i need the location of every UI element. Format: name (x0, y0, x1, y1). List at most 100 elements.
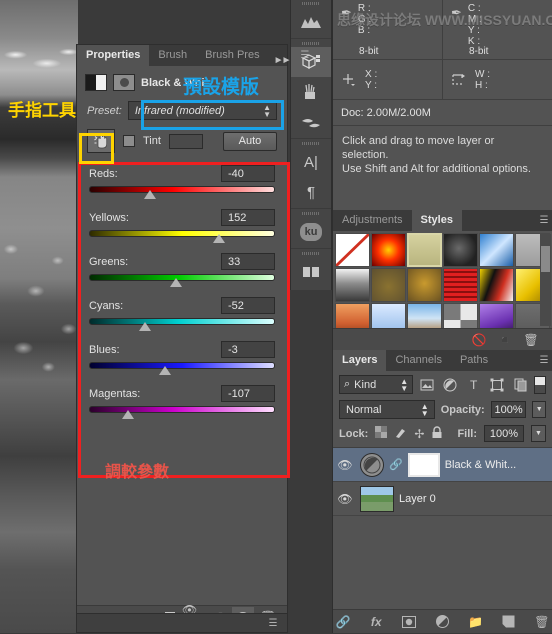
dock-gripper[interactable] (291, 0, 331, 7)
style-swatch-red-stripes[interactable] (443, 268, 478, 302)
mask-thumbnail-icon[interactable] (113, 74, 135, 91)
slider-thumb-blues[interactable] (159, 366, 172, 375)
table-row[interactable]: 👁 Layer 0 (333, 482, 552, 516)
slider-group-cyans[interactable]: Cyans: -52 (89, 297, 275, 332)
fill-value[interactable]: 100% (484, 425, 524, 442)
layers-tabbar[interactable]: Layers Channels Paths ☰ (333, 350, 552, 371)
notes-icon[interactable] (291, 257, 331, 287)
delete-layer-icon[interactable]: 🗑 (532, 612, 552, 632)
slider-thumb-magentas[interactable] (122, 410, 135, 419)
pixel-layer-icon[interactable] (417, 375, 436, 394)
dock-gripper[interactable] (291, 40, 331, 47)
slider-value-reds[interactable]: -40 (221, 165, 275, 182)
slider-thumb-yellows[interactable] (213, 234, 226, 243)
new-style-icon[interactable]: ◾ (494, 330, 516, 350)
style-swatch-graffiti[interactable] (479, 268, 514, 302)
preset-select[interactable]: Infrared (modified) ▲ ▼ (127, 101, 277, 120)
styles-panel-menu-icon[interactable]: ☰ (536, 210, 552, 231)
properties-tabbar[interactable]: Properties Brush Brush Pres ►► ☰ (77, 45, 309, 66)
lock-row[interactable]: Lock: ✢ Fill: 100% ▼ (333, 422, 552, 447)
dock-gripper[interactable] (291, 210, 331, 217)
blend-mode-row[interactable]: Normal ▲ ▼ Opacity: 100% ▼ (333, 398, 552, 422)
3d-icon[interactable] (291, 47, 331, 77)
layer-list[interactable]: 👁 🔗 Black & Whit... 👁 Layer 0 (333, 447, 552, 516)
style-swatch-beveled-frame[interactable] (407, 233, 442, 267)
color-sliders[interactable]: Reds: -40 Yellows: 152 Greens: 33 Cyans: -52 Blu… (77, 159, 287, 420)
slider-value-yellows[interactable]: 152 (221, 209, 275, 226)
dock-gripper[interactable] (291, 250, 331, 257)
tab-layers[interactable]: Layers (333, 350, 387, 371)
delete-style-icon[interactable]: 🗑 (520, 330, 542, 350)
slider-track-yellows[interactable] (89, 230, 275, 237)
styles-swatch-grid[interactable] (333, 231, 552, 339)
lock-position-icon[interactable]: ✢ (414, 427, 424, 441)
link-layers-icon[interactable]: 🔗 (333, 612, 353, 632)
slider-group-greens[interactable]: Greens: 33 (89, 253, 275, 288)
slider-thumb-reds[interactable] (144, 190, 157, 199)
black-white-adjustment-icon[interactable] (85, 74, 107, 91)
slider-thumb-greens[interactable] (170, 278, 183, 287)
bottom-status-strip[interactable]: ☰ (76, 613, 288, 633)
slider-value-magentas[interactable]: -107 (221, 385, 275, 402)
ku-icon[interactable]: ku (291, 217, 331, 247)
layer-mask-icon[interactable] (399, 612, 419, 632)
opacity-value[interactable]: 100% (490, 401, 527, 418)
shape-layer-icon[interactable] (487, 375, 506, 394)
slider-track-reds[interactable] (89, 186, 275, 193)
fill-dropdown-icon[interactable]: ▼ (531, 425, 546, 442)
style-swatch-olive-soft[interactable] (371, 268, 406, 302)
tab-channels[interactable]: Channels (386, 350, 451, 371)
tab-adjustments[interactable]: Adjustments (333, 210, 412, 231)
style-swatch-none[interactable] (334, 233, 371, 267)
slider-group-blues[interactable]: Blues: -3 (89, 341, 275, 376)
tab-paths[interactable]: Paths (450, 350, 498, 371)
layer-thumbnail[interactable] (360, 485, 394, 512)
tint-row[interactable]: Tint Auto (77, 124, 287, 159)
layers-panel-menu-icon[interactable]: ☰ (536, 350, 552, 371)
lock-transparency-icon[interactable] (375, 426, 388, 441)
hand-tool-icon[interactable] (87, 129, 115, 153)
new-adjustment-icon[interactable] (432, 612, 452, 632)
opacity-dropdown-icon[interactable]: ▼ (532, 401, 547, 418)
tint-color-swatch[interactable] (168, 133, 203, 149)
layers-footer[interactable]: 🔗 fx 📁 🗑 (333, 609, 552, 633)
slider-value-cyans[interactable]: -52 (221, 297, 275, 314)
new-group-icon[interactable]: 📁 (466, 612, 486, 632)
histogram-icon[interactable] (291, 7, 331, 37)
slider-value-blues[interactable]: -3 (221, 341, 275, 358)
layer-visibility-icon[interactable]: 👁 (335, 492, 355, 506)
layer-filter-row[interactable]: ⌕ Kind ▲ ▼ T (333, 371, 552, 398)
slider-group-magentas[interactable]: Magentas: -107 (89, 385, 275, 420)
tab-brush-presets[interactable]: Brush Pres (196, 45, 269, 66)
style-swatch-gold-soft[interactable] (407, 268, 442, 302)
preset-row[interactable]: Preset: Infrared (modified) ▲ ▼ (77, 95, 287, 124)
slider-track-cyans[interactable] (89, 318, 275, 325)
properties-panel-menu-icon[interactable]: ☰ (300, 45, 309, 66)
tab-brush[interactable]: Brush (149, 45, 197, 66)
filter-kind-select[interactable]: ⌕ Kind ▲ ▼ (339, 375, 414, 394)
dock-gripper[interactable] (291, 140, 331, 147)
tint-checkbox[interactable] (123, 135, 135, 147)
layer-style-icon[interactable]: fx (366, 612, 386, 632)
slider-track-magentas[interactable] (89, 406, 275, 413)
icon-dock[interactable]: A| ¶ ku (290, 0, 332, 290)
style-swatch-dark-swirl[interactable] (443, 233, 478, 267)
slider-thumb-cyans[interactable] (138, 322, 151, 331)
table-row[interactable]: 👁 🔗 Black & Whit... (333, 448, 552, 482)
clear-style-icon[interactable]: 🚫 (468, 330, 490, 350)
adjustment-thumbnail[interactable] (360, 452, 384, 477)
new-layer-icon[interactable] (499, 612, 519, 632)
slider-group-reds[interactable]: Reds: -40 (89, 165, 275, 200)
bottom-strip-menu-icon[interactable]: ☰ (265, 613, 281, 634)
slider-value-greens[interactable]: 33 (221, 253, 275, 270)
paragraph-icon[interactable]: ¶ (291, 177, 331, 207)
type-layer-icon[interactable]: T (464, 375, 483, 394)
slider-group-yellows[interactable]: Yellows: 152 (89, 209, 275, 244)
layer-visibility-icon[interactable]: 👁 (335, 458, 355, 472)
styles-scrollbar[interactable] (540, 234, 551, 326)
link-mask-icon[interactable]: 🔗 (389, 458, 403, 471)
auto-button[interactable]: Auto (223, 131, 277, 151)
styles-footer[interactable]: 🚫 ◾ 🗑 (333, 328, 552, 350)
style-swatch-chrome[interactable] (335, 268, 370, 302)
adjustment-layer-icon[interactable] (441, 375, 460, 394)
